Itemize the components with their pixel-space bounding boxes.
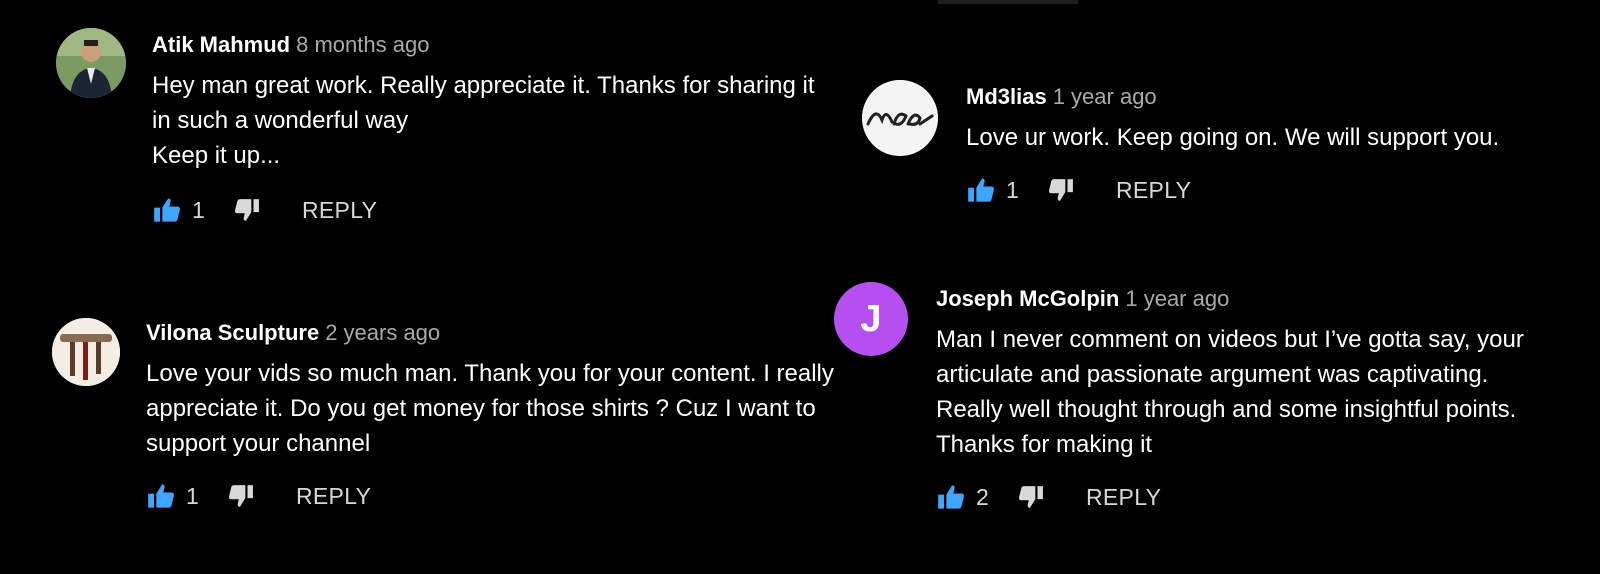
thumb-down-icon	[1048, 179, 1073, 201]
like-button[interactable]	[152, 195, 182, 225]
timestamp[interactable]: 2 years ago	[325, 320, 440, 345]
dislike-button[interactable]	[232, 195, 262, 225]
author-name[interactable]: Joseph McGolpin	[936, 286, 1119, 311]
avatar-letter: J	[860, 297, 882, 340]
author-name[interactable]: Md3lias	[966, 84, 1047, 109]
reply-button[interactable]: REPLY	[1086, 484, 1161, 511]
comment-actions: 1 REPLY	[966, 175, 1499, 205]
timestamp[interactable]: 1 year ago	[1053, 84, 1157, 109]
dislike-button[interactable]	[1046, 175, 1076, 205]
reply-button[interactable]: REPLY	[302, 197, 377, 224]
dislike-button[interactable]	[1016, 482, 1046, 512]
like-count: 1	[186, 482, 199, 509]
thumb-up-icon	[148, 484, 174, 508]
thumb-up-icon	[968, 178, 994, 202]
author-name[interactable]: Vilona Sculpture	[146, 320, 319, 345]
thumb-down-icon	[1018, 486, 1043, 508]
avatar[interactable]	[862, 80, 938, 156]
sculpture-photo-icon	[52, 318, 120, 386]
thumb-down-icon	[228, 485, 253, 507]
timestamp[interactable]: 1 year ago	[1125, 286, 1229, 311]
timestamp[interactable]: 8 months ago	[296, 32, 429, 57]
avatar[interactable]: J	[834, 282, 908, 356]
comment-actions: 1 REPLY	[146, 481, 834, 511]
comment-text: Hey man great work. Really appreciate it…	[152, 72, 815, 169]
like-count: 2	[976, 483, 989, 510]
comment-actions: 2 REPLY	[936, 482, 1524, 512]
comment-text: Love ur work. Keep going on. We will sup…	[966, 124, 1500, 151]
channel-logo-icon	[862, 80, 938, 156]
like-button[interactable]	[966, 175, 996, 205]
like-button[interactable]	[146, 481, 176, 511]
comment-actions: 1 REPLY	[152, 195, 815, 225]
reply-button[interactable]: REPLY	[1116, 177, 1191, 204]
author-name[interactable]: Atik Mahmud	[152, 32, 290, 57]
thumb-down-icon	[234, 199, 259, 221]
thumb-up-icon	[938, 485, 964, 509]
comment-text: Love your vids so much man. Thank you fo…	[146, 360, 834, 457]
cropped-edge	[938, 0, 1078, 4]
reply-button[interactable]: REPLY	[296, 483, 371, 510]
comment-text: Man I never comment on videos but I’ve g…	[936, 326, 1524, 458]
like-count: 1	[192, 196, 205, 223]
person-photo-icon	[56, 28, 126, 98]
dislike-button[interactable]	[226, 481, 256, 511]
like-button[interactable]	[936, 482, 966, 512]
avatar[interactable]	[56, 28, 126, 98]
like-count: 1	[1006, 176, 1019, 203]
thumb-up-icon	[154, 198, 180, 222]
avatar[interactable]	[52, 318, 120, 386]
